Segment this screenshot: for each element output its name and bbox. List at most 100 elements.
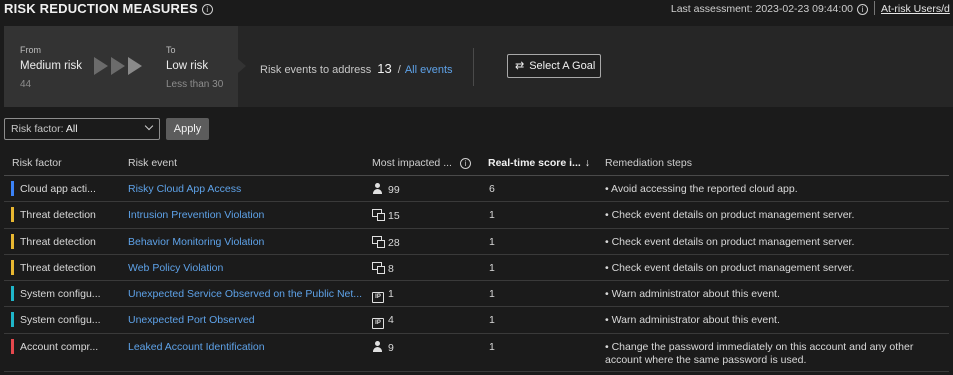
progress-arrows-icon	[94, 57, 145, 78]
risk-event-link[interactable]: Risky Cloud App Access	[128, 183, 241, 195]
remediation-cell: • Change the password immediately on thi…	[605, 340, 914, 366]
device-icon	[372, 261, 385, 274]
swap-arrows-icon: ⇄	[515, 60, 525, 72]
sort-descending-icon[interactable]: ↓	[585, 157, 590, 169]
score-cell: 1	[489, 288, 495, 301]
impact-count: 99	[388, 184, 400, 196]
info-icon[interactable]: i	[459, 158, 471, 169]
device-icon	[372, 209, 385, 222]
table-row[interactable]: Threat detection Web Policy Violation 8 1 • …	[4, 255, 949, 282]
risk-factor-cell: Threat detection	[20, 209, 96, 222]
col-risk-event[interactable]: Risk event	[128, 157, 177, 169]
score-cell: 1	[489, 261, 495, 274]
events-separator: /	[397, 64, 401, 76]
impact-count: 15	[388, 210, 400, 223]
divider	[473, 48, 474, 86]
col-remediation: Remediation steps	[605, 157, 692, 169]
risk-factor-cell: System configu...	[20, 314, 101, 327]
events-label: Risk events to address	[260, 64, 372, 76]
risk-factor-cell: Threat detection	[20, 261, 96, 274]
risk-factor-color-bar	[11, 312, 14, 328]
impact-count: 9	[388, 341, 394, 354]
risk-factor-color-bar	[11, 286, 14, 302]
risk-factor-cell: System configu...	[20, 288, 101, 301]
score-cell: 1	[489, 209, 495, 222]
from-score: 44	[20, 79, 32, 90]
goal-panel: From Medium risk 44 To Low risk Less tha…	[4, 26, 953, 107]
most-impacted-cell[interactable]: 15	[372, 209, 400, 222]
risk-factor-dropdown[interactable]: Risk factor: All	[4, 118, 160, 140]
last-assessment: Last assessment: 2023-02-23 09:44:00 i	[671, 3, 868, 15]
remediation-cell: • Warn administrator about this event.	[605, 288, 780, 301]
risk-factor-cell: Threat detection	[20, 235, 96, 248]
divider	[874, 1, 875, 15]
all-events-link[interactable]: All events	[405, 64, 453, 76]
most-impacted-cell[interactable]: 99	[372, 183, 400, 196]
risk-goal-box: From Medium risk 44 To Low risk Less tha…	[4, 26, 238, 107]
title-info-icon[interactable]: i	[201, 4, 213, 15]
most-impacted-cell[interactable]: IP 4	[372, 314, 394, 330]
risk-event-link[interactable]: Leaked Account Identification	[128, 341, 265, 353]
most-impacted-cell[interactable]: 9	[372, 340, 394, 354]
risk-factor-color-bar	[11, 181, 14, 196]
top-bar: RISK REDUCTION MEASURES i Last assessment…	[0, 0, 953, 20]
at-risk-users-link[interactable]: At-risk Users/d	[881, 3, 953, 15]
risk-event-link[interactable]: Web Policy Violation	[128, 262, 223, 274]
table-row[interactable]: Cloud app acti... Risky Cloud App Access 9…	[4, 176, 949, 203]
impact-count: 4	[388, 314, 394, 327]
risk-factor-color-bar	[11, 259, 14, 275]
to-value: Low risk	[166, 60, 209, 72]
table-row[interactable]: Threat detection Intrusion Prevention Vio…	[4, 202, 949, 229]
risk-events-table: Risk factor Risk event Most impacted ...…	[4, 150, 949, 372]
device-icon	[372, 235, 385, 248]
info-icon[interactable]: i	[857, 4, 868, 15]
table-body: Cloud app acti... Risky Cloud App Access 9…	[4, 176, 949, 372]
select-goal-button[interactable]: ⇄ Select A Goal	[507, 54, 601, 78]
risk-factor-cell: Account compr...	[20, 340, 99, 353]
table-row[interactable]: System configu... Unexpected Port Observe…	[4, 307, 949, 334]
last-assessment-text: Last assessment: 2023-02-23 09:44:00	[670, 3, 853, 15]
chevron-down-icon	[144, 121, 154, 131]
col-realtime-score-label: Real-time score i...	[488, 157, 581, 169]
user-icon	[372, 340, 384, 352]
chevron-right-icon	[238, 59, 246, 73]
risk-event-link[interactable]: Unexpected Service Observed on the Publi…	[128, 288, 362, 300]
score-cell: 6	[489, 183, 495, 195]
ip-icon: IP	[372, 292, 384, 304]
remediation-cell: • Check event details on product managem…	[605, 209, 855, 222]
remediation-cell: • Check event details on product managem…	[605, 261, 855, 274]
apply-button[interactable]: Apply	[166, 118, 209, 140]
impact-count: 28	[388, 236, 400, 249]
col-most-impacted-label: Most impacted ...	[372, 157, 452, 169]
ip-icon: IP	[372, 318, 384, 330]
remediation-cell: • Check event details on product managem…	[605, 235, 855, 248]
risk-event-link[interactable]: Unexpected Port Observed	[128, 314, 255, 326]
remediation-cell: • Warn administrator about this event.	[605, 314, 780, 327]
page-title-text: RISK REDUCTION MEASURES	[4, 1, 198, 16]
events-count: 13	[377, 61, 392, 76]
impact-count: 1	[388, 288, 394, 301]
to-label: To	[166, 45, 176, 55]
events-summary: Risk events to address 13 / All events	[260, 61, 453, 76]
risk-factor-value: All	[65, 123, 78, 135]
most-impacted-cell[interactable]: 28	[372, 235, 400, 249]
col-risk-factor[interactable]: Risk factor	[12, 157, 62, 169]
col-realtime-score[interactable]: Real-time score i... ↓	[488, 157, 590, 169]
score-cell: 1	[489, 340, 495, 353]
risk-event-link[interactable]: Intrusion Prevention Violation	[128, 209, 264, 221]
from-label: From	[20, 45, 41, 55]
risk-event-link[interactable]: Behavior Monitoring Violation	[128, 236, 264, 248]
risk-factor-cell: Cloud app acti...	[20, 183, 96, 195]
score-cell: 1	[489, 314, 495, 327]
table-row[interactable]: System configu... Unexpected Service Obse…	[4, 281, 949, 308]
most-impacted-cell[interactable]: 8	[372, 261, 394, 275]
col-most-impacted[interactable]: Most impacted ... i	[372, 157, 471, 169]
table-header: Risk factor Risk event Most impacted ...…	[4, 150, 949, 176]
risk-factor-color-bar	[11, 338, 14, 354]
table-row[interactable]: Account compr... Leaked Account Identific…	[4, 334, 949, 372]
to-threshold: Less than 30	[166, 79, 224, 90]
most-impacted-cell[interactable]: IP 1	[372, 288, 394, 304]
score-cell: 1	[489, 235, 495, 248]
table-row[interactable]: Threat detection Behavior Monitoring Viol…	[4, 229, 949, 255]
impact-count: 8	[388, 262, 394, 275]
